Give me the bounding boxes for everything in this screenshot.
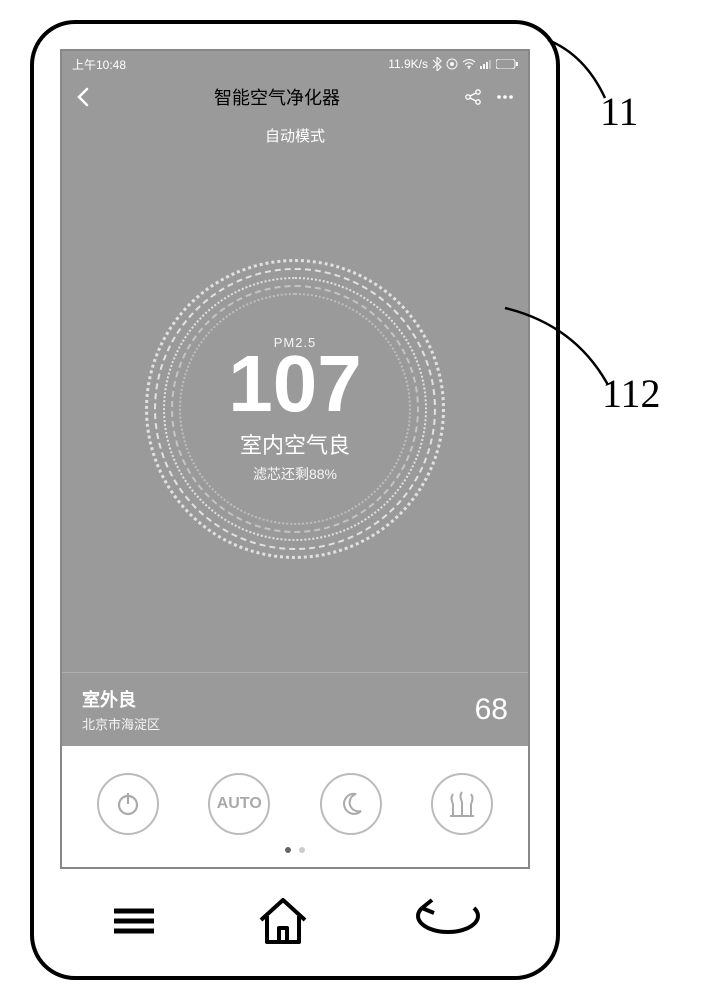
battery-icon	[496, 59, 518, 69]
callout-112: 112	[602, 370, 661, 417]
auto-label: AUTO	[217, 795, 262, 813]
auto-button[interactable]: AUTO	[208, 773, 270, 835]
callout-11: 11	[600, 88, 639, 135]
filter-remaining: 滤芯还剩88%	[253, 464, 337, 484]
outdoor-quality: 室外良	[82, 686, 160, 712]
signal-icon	[480, 59, 492, 69]
outdoor-location: 北京市海淀区	[82, 714, 160, 733]
settings-icon	[446, 58, 458, 70]
bluetooth-icon	[432, 57, 442, 71]
moon-icon	[338, 791, 364, 817]
controls-row: AUTO	[62, 746, 528, 861]
home-icon[interactable]	[255, 896, 311, 946]
app-screen: 上午10:48 11.9K/s 智能空气净化器 自动模式	[60, 49, 530, 869]
more-icon[interactable]	[496, 94, 514, 100]
status-time: 上午10:48	[72, 56, 126, 73]
pm25-label: PM2.5	[274, 335, 317, 350]
main-display: PM2.5 107 室内空气良 滤芯还剩88%	[62, 146, 528, 672]
status-bar: 上午10:48 11.9K/s	[62, 51, 528, 77]
device-nav-bar	[60, 881, 530, 961]
mode-label: 自动模式	[62, 125, 528, 146]
favorite-button[interactable]	[431, 773, 493, 835]
status-right: 11.9K/s	[388, 57, 518, 71]
fan-icon	[447, 790, 477, 818]
wifi-icon	[462, 59, 476, 69]
status-speed: 11.9K/s	[388, 57, 428, 71]
page-title: 智能空气净化器	[214, 84, 340, 110]
page-dot-inactive	[299, 847, 305, 853]
power-button[interactable]	[97, 773, 159, 835]
title-bar: 智能空气净化器	[62, 77, 528, 117]
back-nav-icon[interactable]	[404, 896, 484, 946]
night-button[interactable]	[320, 773, 382, 835]
power-icon	[114, 790, 142, 818]
menu-icon[interactable]	[106, 901, 162, 941]
page-dots	[62, 847, 528, 867]
page-dot-active	[285, 847, 291, 853]
back-icon[interactable]	[76, 87, 90, 107]
outdoor-panel[interactable]: 室外良 北京市海淀区 68	[62, 672, 528, 746]
share-icon[interactable]	[464, 88, 482, 106]
pm-circle: PM2.5 107 室内空气良 滤芯还剩88%	[140, 254, 450, 564]
outdoor-value: 68	[475, 693, 508, 727]
phone-frame: 上午10:48 11.9K/s 智能空气净化器 自动模式	[30, 20, 560, 980]
